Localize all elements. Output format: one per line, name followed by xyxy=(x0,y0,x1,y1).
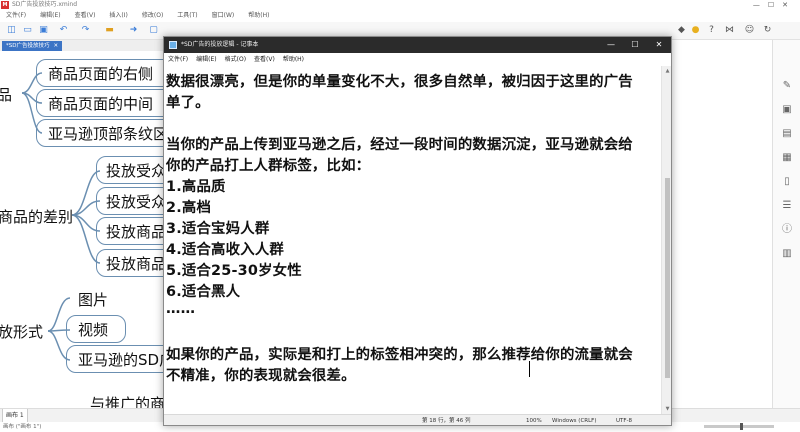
text-line: 单了。 xyxy=(166,95,210,111)
list-icon[interactable]: ☰ xyxy=(781,200,793,212)
info-icon[interactable]: ⓘ xyxy=(781,224,793,236)
undo-icon[interactable]: ↶ xyxy=(58,25,69,36)
folder-icon[interactable]: ▬ xyxy=(104,25,115,36)
text-line: 你的产品打上人群标签，比如： xyxy=(166,158,371,174)
notepad-title-bar[interactable]: *SD广告的投放逻辑 - 记事本 — ☐ ✕ xyxy=(164,37,671,53)
line-ending: Windows (CRLF) xyxy=(552,418,597,424)
pin-icon[interactable]: ◆ xyxy=(676,25,687,36)
scrollbar-thumb[interactable] xyxy=(665,178,670,378)
help-icon[interactable]: ? xyxy=(706,25,717,36)
close-icon[interactable]: ✕ xyxy=(53,43,58,49)
app-close-button[interactable]: ✕ xyxy=(782,1,796,9)
zoom-level: 100% xyxy=(526,418,542,424)
zoom-slider-handle[interactable] xyxy=(740,423,743,430)
mindmap-node[interactable]: 亚马逊顶部条纹区 xyxy=(48,123,168,144)
mindmap-node[interactable]: 投放受众 xyxy=(106,191,166,212)
notepad-menubar: 文件(F) 编辑(E) 格式(O) 查看(V) 帮助(H) xyxy=(164,53,671,66)
app-title: SD广告投放技巧.xmind xyxy=(12,1,78,8)
new-icon[interactable]: ◫ xyxy=(6,25,17,36)
menu-file[interactable]: 文件(F) xyxy=(6,10,26,22)
text-line: 4.适合高收入人群 xyxy=(166,242,285,258)
text-line: …… xyxy=(166,301,196,317)
open-icon[interactable]: ▭ xyxy=(22,25,33,36)
text-line: 2.高档 xyxy=(166,200,212,216)
image2-icon[interactable]: ▤ xyxy=(781,128,793,140)
mindmap-node[interactable]: 亚马逊的SD广 xyxy=(78,349,174,370)
app-tab-bar: *SD广告投放技巧 ✕ xyxy=(0,40,170,51)
zoom-slider[interactable] xyxy=(704,423,774,430)
notepad-window: *SD广告的投放逻辑 - 记事本 — ☐ ✕ 文件(F) 编辑(E) 格式(O) 查看… xyxy=(163,36,672,426)
notepad-text-area[interactable]: 数据很漂亮，但是你的单量变化不大，很多自然单，被归因于这里的广告 单了。 当你的… xyxy=(164,66,661,414)
arrow-icon[interactable]: ➜ xyxy=(128,25,139,36)
mindmap-node[interactable]: 商品的差别 xyxy=(0,206,73,227)
app-status-text: 画布 ("画布 1") xyxy=(3,424,42,430)
notepad-status-bar: 第 18 行，第 46 列 100% Windows (CRLF) UTF-8 xyxy=(164,414,671,425)
menu-view[interactable]: 查看(V) xyxy=(75,10,96,22)
brush-icon[interactable]: ✎ xyxy=(781,80,793,92)
app-logo-icon: M xyxy=(1,1,9,9)
minimize-button[interactable]: — xyxy=(599,37,623,53)
sheet-tab[interactable]: 画布 1 xyxy=(2,409,28,423)
app-title-bar: M SD广告投放技巧.xmind —☐✕ xyxy=(0,0,800,10)
mindmap-node[interactable]: 投放商品 xyxy=(106,253,166,274)
save-icon[interactable]: ▣ xyxy=(38,25,49,36)
text-line: 1.高品质 xyxy=(166,179,226,195)
app-maximize-button[interactable]: ☐ xyxy=(768,1,782,9)
scroll-up-arrow-icon[interactable]: ▲ xyxy=(662,66,671,76)
document-tab[interactable]: *SD广告投放技巧 ✕ xyxy=(2,41,63,51)
scroll-down-arrow-icon[interactable]: ▼ xyxy=(662,404,671,414)
topic-icon[interactable]: ▢ xyxy=(148,25,159,36)
bulb-icon[interactable]: ● xyxy=(690,25,701,36)
mindmap-node[interactable]: 商品页面的右侧 xyxy=(48,63,153,84)
grid-icon[interactable]: ▦ xyxy=(781,152,793,164)
notepad-title: *SD广告的投放逻辑 - 记事本 xyxy=(181,41,259,48)
vertical-scrollbar[interactable]: ▲ ▼ xyxy=(661,66,671,414)
app-right-panel: ✎ ▣ ▤ ▦ ▯ ☰ ⓘ ▥ xyxy=(772,40,800,408)
mindmap-node[interactable]: 图片 xyxy=(78,289,108,310)
app-minimize-button[interactable]: — xyxy=(753,1,768,9)
maximize-button[interactable]: ☐ xyxy=(623,37,647,53)
share-icon[interactable]: ⋈ xyxy=(724,25,735,36)
menu-modify[interactable]: 修改(O) xyxy=(142,10,163,22)
text-line: 5.适合25-30岁女性 xyxy=(166,263,302,279)
mindmap-node[interactable]: 投放商品 xyxy=(106,221,166,242)
text-line: 当你的产品上传到亚马逊之后，经过一段时间的数据沉淀，亚马逊就会给 xyxy=(166,137,633,153)
mindmap-node[interactable]: 投放受众 xyxy=(106,160,166,181)
menu-insert[interactable]: 插入(I) xyxy=(109,10,127,22)
notepad-menu-edit[interactable]: 编辑(E) xyxy=(196,53,216,66)
notepad-menu-help[interactable]: 帮助(H) xyxy=(283,53,304,66)
document-tab-label: *SD广告投放技巧 xyxy=(6,43,50,49)
text-line: 6.适合黑人 xyxy=(166,284,241,300)
mindmap-node[interactable]: 品 xyxy=(0,84,12,105)
mindmap-node[interactable]: 放形式 xyxy=(0,321,43,342)
chart-icon[interactable]: ▥ xyxy=(781,248,793,260)
reload-icon[interactable]: ↻ xyxy=(762,25,773,36)
notepad-menu-file[interactable]: 文件(F) xyxy=(168,53,188,66)
text-line: 不精准，你的表现就会很差。 xyxy=(166,368,356,384)
mindmap-node[interactable]: 商品页面的中间 xyxy=(48,93,153,114)
text-line: 3.适合宝妈人群 xyxy=(166,221,270,237)
notepad-icon xyxy=(169,41,177,49)
menu-tools[interactable]: 工具(T) xyxy=(177,10,197,22)
cursor-position: 第 18 行，第 46 列 xyxy=(422,418,471,424)
mindmap-node[interactable]: 视频 xyxy=(78,319,108,340)
text-line: 如果你的产品，实际是和打上的标签相冲突的，那么推荐给你的流量就会 xyxy=(166,347,633,363)
text-caret xyxy=(529,361,530,377)
text-line: 数据很漂亮，但是你的单量变化不大，很多自然单，被归因于这里的广告 xyxy=(166,74,633,90)
document-icon[interactable]: ▯ xyxy=(781,176,793,188)
app-window-controls[interactable]: —☐✕ xyxy=(753,0,796,10)
menu-edit[interactable]: 编辑(E) xyxy=(40,10,60,22)
redo-icon[interactable]: ↷ xyxy=(80,25,91,36)
app-menubar: 文件(F) 编辑(E) 查看(V) 插入(I) 修改(O) 工具(T) 窗口(W) 帮助(H) xyxy=(0,10,800,22)
smiley-icon[interactable]: ☺ xyxy=(744,25,755,36)
close-button[interactable]: ✕ xyxy=(647,37,671,53)
menu-help[interactable]: 帮助(H) xyxy=(248,10,269,22)
notepad-menu-format[interactable]: 格式(O) xyxy=(225,53,246,66)
image-icon[interactable]: ▣ xyxy=(781,104,793,116)
notepad-menu-view[interactable]: 查看(V) xyxy=(254,53,275,66)
menu-window[interactable]: 窗口(W) xyxy=(212,10,235,22)
encoding: UTF-8 xyxy=(616,418,633,424)
